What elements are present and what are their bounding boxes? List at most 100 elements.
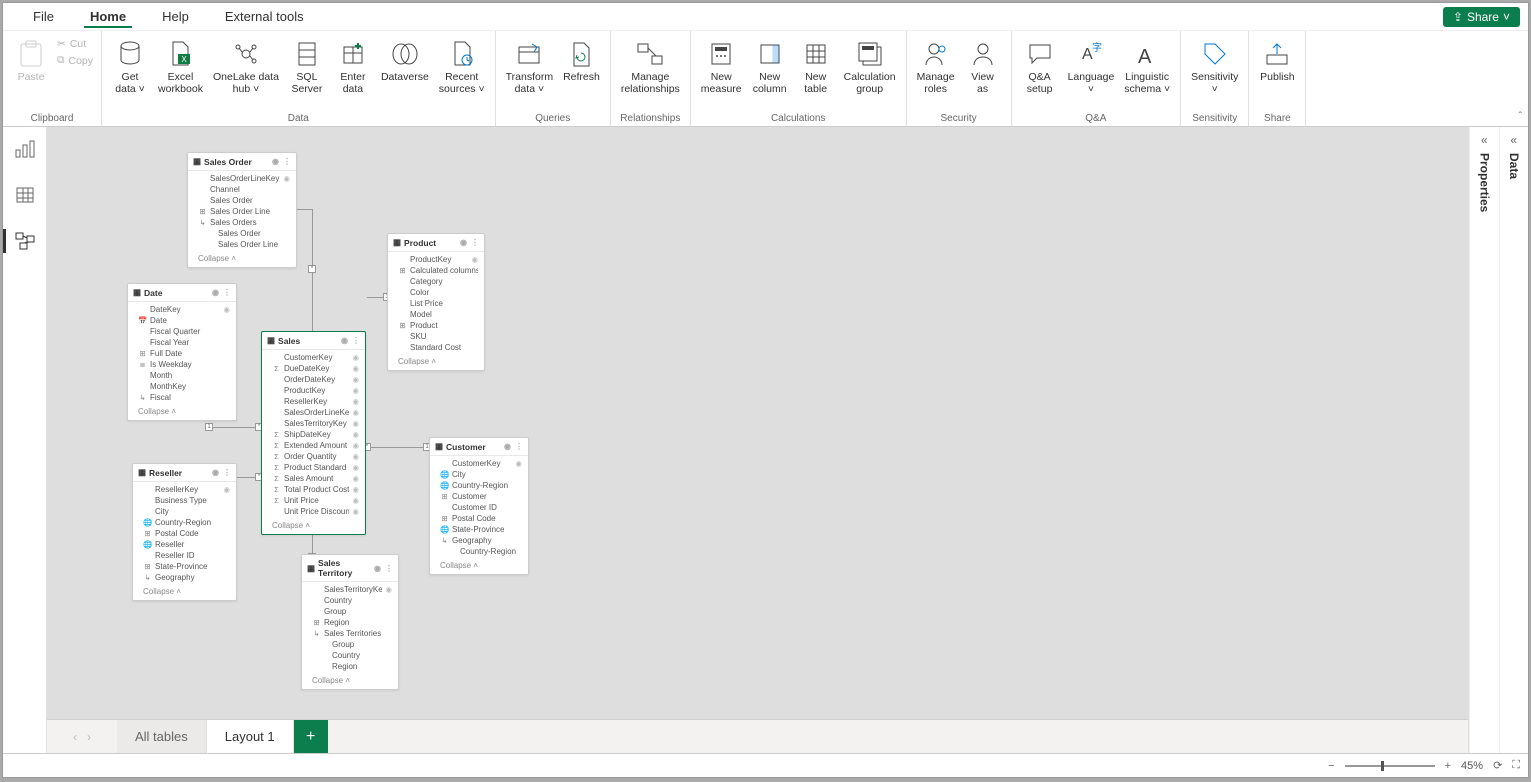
new-table-button[interactable]: New table [794,37,838,97]
field-row[interactable]: ↳Geography [133,572,236,583]
collapse-button[interactable]: Collapse [133,585,236,600]
field-row[interactable]: Fiscal Year [128,337,236,348]
field-row[interactable]: ΣDueDateKey◉ [262,363,365,374]
field-row[interactable]: 🌐Country-Region [430,480,528,491]
field-row[interactable]: 🌐Reseller [133,539,236,550]
table-product[interactable]: ▦Product◉⋮ ProductKey◉⊞Calculated column… [387,233,485,371]
table-customer[interactable]: ▦Customer◉⋮ CustomerKey◉🌐City🌐Country-Re… [429,437,529,575]
collapse-button[interactable]: Collapse [128,405,236,420]
menu-file[interactable]: File [27,5,60,28]
next-tab-icon[interactable]: › [87,730,91,744]
field-row[interactable]: ΣShipDateKey◉ [262,429,365,440]
more-icon[interactable]: ⋮ [223,288,231,297]
report-view-button[interactable] [11,135,39,163]
more-icon[interactable]: ⋮ [471,238,479,247]
field-row[interactable]: Color [388,287,484,298]
field-row[interactable]: ΣProduct Standard Cost◉ [262,462,365,473]
expand-properties-button[interactable]: « [1481,133,1488,147]
zoom-in-button[interactable]: + [1445,760,1451,772]
field-row[interactable]: ↳Geography [430,535,528,546]
field-row[interactable]: Country [302,595,398,606]
field-row[interactable]: Reseller ID [133,550,236,561]
field-row[interactable]: Group [302,639,398,650]
field-row[interactable]: 🌐Country-Region [133,517,236,528]
menu-help[interactable]: Help [156,5,195,28]
field-row[interactable]: OrderDateKey◉ [262,374,365,385]
field-row[interactable]: Sales Order [188,228,296,239]
field-row[interactable]: Fiscal Quarter [128,326,236,337]
field-row[interactable]: Business Type [133,495,236,506]
field-row[interactable]: SKU [388,331,484,342]
collapse-button[interactable]: Collapse [430,559,528,574]
field-row[interactable]: ≣Is Weekday [128,359,236,370]
field-row[interactable]: ProductKey◉ [388,254,484,265]
field-row[interactable]: ΣSales Amount◉ [262,473,365,484]
field-row[interactable]: ⊞Product [388,320,484,331]
field-row[interactable]: 🌐State-Province [430,524,528,535]
field-row[interactable]: Group [302,606,398,617]
field-row[interactable]: Country-Region [430,546,528,557]
linguistic-schema-button[interactable]: ALinguistic schema ˅ [1120,37,1174,97]
field-row[interactable]: Country [302,650,398,661]
field-row[interactable]: Channel [188,184,296,195]
expand-data-button[interactable]: « [1510,133,1517,147]
table-sales-order[interactable]: ▦Sales Order◉⋮ SalesOrderLineKey◉Channel… [187,152,297,268]
sql-server-button[interactable]: SQL Server [285,37,329,97]
field-row[interactable]: CustomerKey◉ [430,458,528,469]
field-row[interactable]: ⊞Full Date [128,348,236,359]
table-sales-territory[interactable]: ▦Sales Territory◉⋮ SalesTerritoryKey◉Cou… [301,554,399,690]
field-row[interactable]: Model [388,309,484,320]
field-row[interactable]: Unit Price Discount Pct◉ [262,506,365,517]
refresh-button[interactable]: Refresh [559,37,604,85]
field-row[interactable]: Customer ID [430,502,528,513]
new-column-button[interactable]: New column [748,37,792,97]
table-date[interactable]: ▦Date◉⋮ DateKey◉📅DateFiscal QuarterFisca… [127,283,237,421]
collapse-button[interactable]: Collapse [302,674,398,689]
field-row[interactable]: ΣUnit Price◉ [262,495,365,506]
more-icon[interactable]: ⋮ [283,157,291,166]
menu-home[interactable]: Home [84,5,132,28]
field-row[interactable]: ΣExtended Amount◉ [262,440,365,451]
field-row[interactable]: SalesTerritoryKey◉ [302,584,398,595]
field-row[interactable]: Standard Cost [388,342,484,353]
field-row[interactable]: 🌐City [430,469,528,480]
field-row[interactable]: List Price [388,298,484,309]
field-row[interactable]: ↳Sales Territories [302,628,398,639]
more-icon[interactable]: ⋮ [385,564,393,573]
add-layout-button[interactable]: + [294,720,328,753]
sensitivity-button[interactable]: Sensitivity˅ [1187,37,1242,97]
field-row[interactable]: ↳Sales Orders [188,217,296,228]
field-row[interactable]: MonthKey [128,381,236,392]
collapse-button[interactable]: Collapse [188,252,296,267]
recent-sources-button[interactable]: Recent sources ˅ [435,37,489,97]
field-row[interactable]: ResellerKey◉ [133,484,236,495]
field-row[interactable]: SalesOrderLineKey◉ [188,173,296,184]
fullscreen-button[interactable]: ⛶ [1512,759,1520,772]
publish-button[interactable]: Publish [1255,37,1299,85]
transform-data-button[interactable]: Transform data ˅ [502,37,557,97]
enter-data-button[interactable]: Enter data [331,37,375,97]
view-as-button[interactable]: View as [961,37,1005,97]
menu-external-tools[interactable]: External tools [219,5,310,28]
table-sales[interactable]: ▦Sales◉⋮ CustomerKey◉ΣDueDateKey◉OrderDa… [261,331,366,535]
field-row[interactable]: ResellerKey◉ [262,396,365,407]
prev-tab-icon[interactable]: ‹ [73,730,77,744]
table-view-button[interactable] [11,181,39,209]
field-row[interactable]: Month [128,370,236,381]
collapse-button[interactable]: Collapse [262,519,365,534]
field-row[interactable]: ⊞Postal Code [430,513,528,524]
tab-all-tables[interactable]: All tables [117,720,207,753]
zoom-slider[interactable] [1345,765,1435,767]
calculation-group-button[interactable]: Calculation group [840,37,900,97]
field-row[interactable]: ΣTotal Product Cost◉ [262,484,365,495]
field-row[interactable]: ⊞Calculated columns [388,265,484,276]
field-row[interactable]: Sales Order Line [188,239,296,250]
share-button[interactable]: ⇪ Share ˅ [1443,7,1520,27]
field-row[interactable]: ⊞Sales Order Line [188,206,296,217]
field-row[interactable]: Category [388,276,484,287]
field-row[interactable]: SalesOrderLineKey◉ [262,407,365,418]
field-row[interactable]: Sales Order [188,195,296,206]
table-reseller[interactable]: ▦Reseller◉⋮ ResellerKey◉Business TypeCit… [132,463,237,601]
fit-to-page-button[interactable]: ⟳ [1493,759,1502,772]
field-row[interactable]: DateKey◉ [128,304,236,315]
